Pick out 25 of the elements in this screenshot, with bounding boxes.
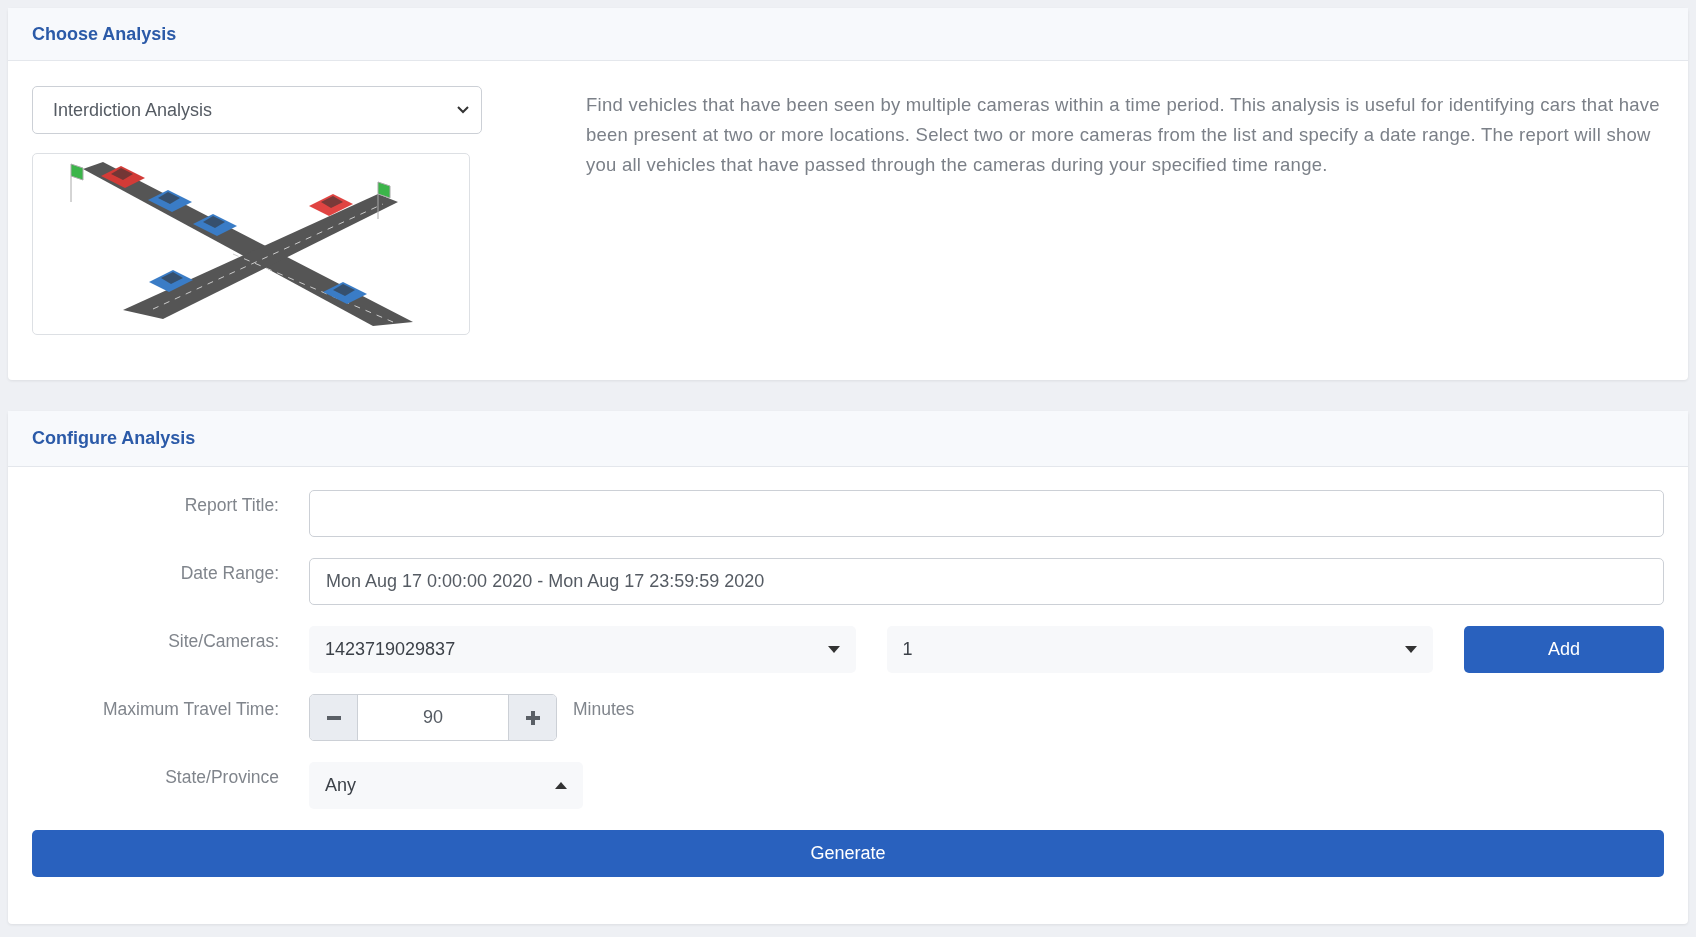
caret-icon [827, 646, 840, 653]
field-label: Date Range: [179, 562, 279, 584]
card-title: Choose Analysis [32, 23, 177, 45]
report-title-field[interactable] [309, 490, 1664, 537]
analysis-description: Find vehicles that have been seen by multiple cameras within a time period. This analysis is useful for identifying cars that have been present at two or more locations. Select two or more cameras from the list and specify a date range. The report will show you all vehicles that have passed through the cameras during your specified time range. [586, 93, 1661, 177]
date-range-field[interactable]: Mon Aug 17 0:00:00 2020 - Mon Aug 17 23:59:59 2020 [309, 558, 1664, 605]
camera-select[interactable]: 1 [886, 626, 1433, 673]
generate-button[interactable]: Generate [32, 830, 1664, 877]
state-select[interactable]: Any [309, 762, 583, 809]
field-label: Site/Cameras: [167, 630, 279, 652]
minus-icon [326, 715, 341, 720]
analysis-select[interactable]: Interdiction Analysis [32, 86, 482, 134]
increment-button[interactable] [509, 695, 556, 740]
field-label: State/Province [164, 766, 279, 788]
add-button[interactable]: Add [1464, 626, 1664, 673]
site-select[interactable]: 1423719029837 [309, 626, 856, 673]
chevron-down-icon [457, 106, 469, 114]
card-title: Configure Analysis [32, 428, 196, 449]
caret-icon [1405, 646, 1417, 653]
decrement-button[interactable] [310, 695, 357, 740]
plus-icon [525, 710, 540, 725]
field-label: Report Title: [183, 494, 279, 516]
caret-icon [555, 782, 567, 789]
field-label: Maximum Travel Time: [102, 698, 279, 720]
unit-label: Minutes [573, 698, 635, 720]
